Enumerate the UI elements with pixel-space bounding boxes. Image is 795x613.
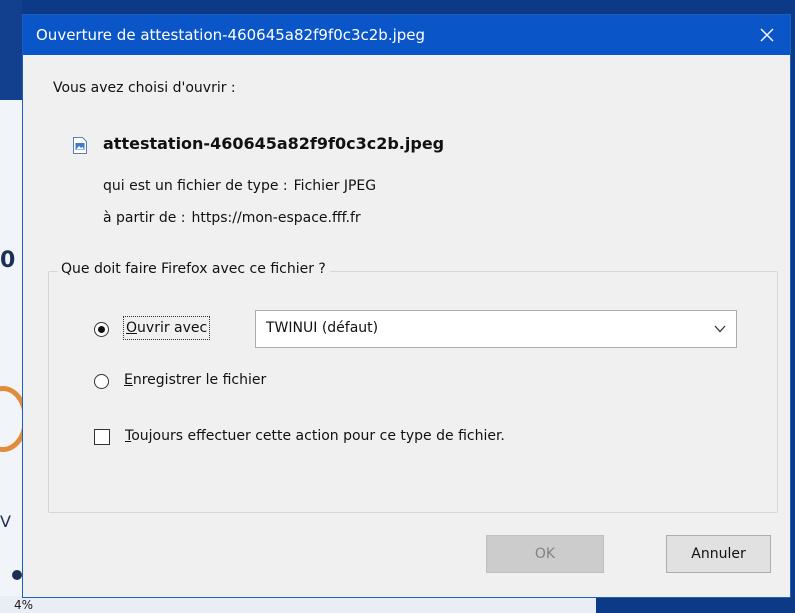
open-with-label[interactable]: Ouvrir avec: [123, 316, 211, 340]
file-type-value: Fichier JPEG: [293, 178, 377, 194]
intro-text: Vous avez choisi d'ouvrir :: [53, 80, 236, 96]
always-do-this-label[interactable]: Toujours effectuer cette action pour ce …: [125, 428, 505, 444]
always-do-this-label-text: oujours effectuer cette action pour ce t…: [131, 428, 505, 444]
close-icon: [760, 28, 774, 42]
file-source-line: à partir de : https://mon-espace.fff.fr: [103, 210, 361, 226]
always-do-this-checkbox[interactable]: [94, 429, 110, 445]
image-file-icon: [73, 137, 87, 154]
background-percent-text: 4%: [14, 598, 34, 612]
close-button[interactable]: [744, 15, 790, 55]
file-name: attestation-460645a82f9f0c3c2b.jpeg: [103, 134, 445, 153]
ok-button[interactable]: OK: [486, 535, 604, 573]
save-file-radio[interactable]: [94, 374, 109, 389]
file-source-value: https://mon-espace.fff.fr: [191, 210, 361, 226]
file-type-line: qui est un fichier de type : Fichier JPEG: [103, 178, 376, 194]
dialog-titlebar[interactable]: Ouverture de attestation-460645a82f9f0c3…: [23, 15, 790, 55]
action-group-box: [48, 271, 778, 513]
save-file-label[interactable]: Enregistrer le fichier: [124, 372, 266, 388]
open-with-radio[interactable]: [94, 322, 109, 337]
background-dot: [12, 570, 22, 580]
background-text-fragment-2: V: [0, 512, 11, 531]
dialog-title: Ouverture de attestation-460645a82f9f0c3…: [36, 26, 426, 44]
background-page-top: [0, 0, 22, 100]
save-file-accesskey: E: [124, 372, 133, 388]
open-with-app-select[interactable]: TWINUI (défaut): [255, 310, 737, 348]
open-with-label-text: uvrir avec: [137, 320, 208, 336]
background-page-bottom: [0, 596, 596, 613]
cancel-button[interactable]: Annuler: [666, 535, 771, 573]
action-group-legend: Que doit faire Firefox avec ce fichier ?: [57, 261, 330, 277]
file-source-label: à partir de :: [103, 210, 186, 226]
chevron-down-icon: [714, 325, 726, 333]
open-file-dialog: Ouverture de attestation-460645a82f9f0c3…: [22, 14, 791, 598]
open-with-app-value: TWINUI (défaut): [266, 320, 379, 336]
file-type-label: qui est un fichier de type :: [103, 178, 288, 194]
save-file-label-text: nregistrer le fichier: [132, 372, 267, 388]
background-text-fragment: 0: [0, 248, 16, 273]
open-with-accesskey: O: [126, 320, 138, 336]
